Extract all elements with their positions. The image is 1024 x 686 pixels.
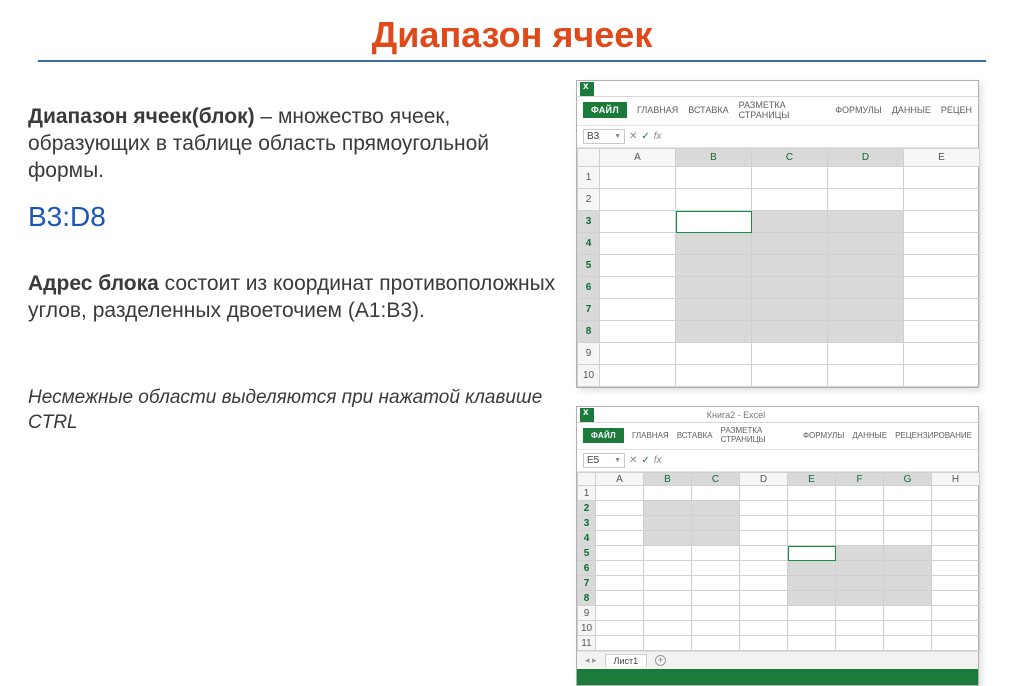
col-A[interactable]: A xyxy=(600,149,676,167)
excel-logo-icon xyxy=(580,408,594,422)
tab-layout[interactable]: РАЗМЕТКА СТРАНИЦЫ xyxy=(721,426,795,444)
name-box[interactable]: B3▼ xyxy=(583,129,625,144)
ribbon-tabs: ФАЙЛ ГЛАВНАЯ ВСТАВКА РАЗМЕТКА СТРАНИЦЫ Ф… xyxy=(577,97,978,126)
window-title: Книга2 - Excel xyxy=(707,410,765,420)
enter-icon[interactable]: ✓ xyxy=(641,455,649,466)
tab-formulas[interactable]: ФОРМУЛЫ xyxy=(803,431,844,440)
excel-screenshot-1: ФАЙЛ ГЛАВНАЯ ВСТАВКА РАЗМЕТКА СТРАНИЦЫ Ф… xyxy=(576,80,979,388)
excel-screenshot-2: Книга2 - Excel ФАЙЛ ГЛАВНАЯ ВСТАВКА РАЗМ… xyxy=(576,406,979,686)
range-reference: B3:D8 xyxy=(28,201,562,233)
excel-logo-icon xyxy=(580,82,594,96)
address-paragraph: Адрес блока состоит из координат противо… xyxy=(28,271,562,325)
tab-insert[interactable]: ВСТАВКА xyxy=(677,431,713,440)
tab-file[interactable]: ФАЙЛ xyxy=(583,102,627,118)
tab-file[interactable]: ФАЙЛ xyxy=(583,428,624,443)
sheet-tab-bar: ◂ ▸ Лист1 + xyxy=(577,651,978,669)
tab-home[interactable]: ГЛАВНАЯ xyxy=(637,105,678,115)
tab-insert[interactable]: ВСТАВКА xyxy=(688,105,728,115)
worksheet-grid-2[interactable]: A B C D E F G H 1 2 3 4 5 6 7 xyxy=(577,472,980,651)
col-B[interactable]: B xyxy=(676,149,752,167)
tab-home[interactable]: ГЛАВНАЯ xyxy=(632,431,669,440)
ctrl-note: Несмежные области выделяются при нажатой… xyxy=(28,386,562,435)
worksheet-grid[interactable]: A B C D E 1 2 3 4 5 6 7 8 9 10 xyxy=(577,148,980,387)
tab-data[interactable]: ДАННЫЕ xyxy=(892,105,931,115)
col-E[interactable]: E xyxy=(904,149,980,167)
tab-data[interactable]: ДАННЫЕ xyxy=(852,431,887,440)
tab-review[interactable]: РЕЦЕН xyxy=(941,105,972,115)
fx-icon[interactable]: fx xyxy=(654,131,662,142)
term-bold: Диапазон ячеек(блок) xyxy=(28,105,255,128)
ribbon-tabs-2: ФАЙЛ ГЛАВНАЯ ВСТАВКА РАЗМЕТКА СТРАНИЦЫ Ф… xyxy=(577,423,978,450)
new-sheet-icon[interactable]: + xyxy=(655,655,666,666)
status-bar xyxy=(577,669,978,685)
definition-paragraph: Диапазон ячеек(блок) – множество ячеек, … xyxy=(28,104,562,185)
fx-icon[interactable]: fx xyxy=(654,455,662,466)
divider xyxy=(38,60,986,62)
page-title: Диапазон ячеек xyxy=(28,14,996,56)
col-D[interactable]: D xyxy=(828,149,904,167)
tab-review[interactable]: РЕЦЕНЗИРОВАНИЕ xyxy=(895,431,972,440)
tab-layout[interactable]: РАЗМЕТКА СТРАНИЦЫ xyxy=(739,100,826,120)
cancel-icon[interactable]: ✕ xyxy=(629,455,637,466)
name-box[interactable]: E5▼ xyxy=(583,453,625,468)
sheet-tab[interactable]: Лист1 xyxy=(605,654,648,667)
enter-icon[interactable]: ✓ xyxy=(641,131,649,142)
tab-formulas[interactable]: ФОРМУЛЫ xyxy=(835,105,882,115)
col-C[interactable]: C xyxy=(752,149,828,167)
address-term-bold: Адрес блока xyxy=(28,272,159,295)
cancel-icon[interactable]: ✕ xyxy=(629,131,637,142)
